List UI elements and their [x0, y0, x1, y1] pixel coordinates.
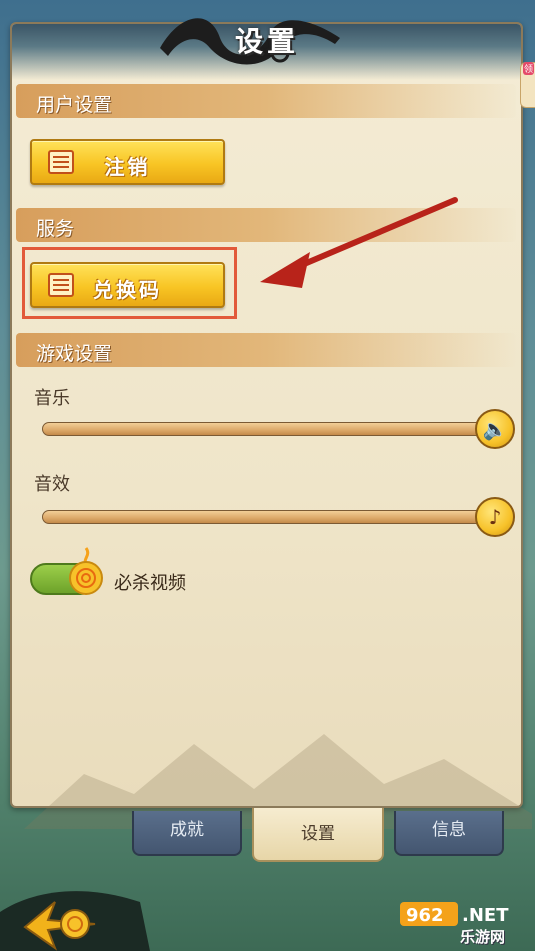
logout-button[interactable]: 注销 [30, 139, 225, 185]
section-label: 用户设置 [36, 94, 113, 116]
sound-effects-label: 音效 [34, 474, 70, 495]
watermark-logo: 962 .NET [400, 902, 509, 926]
svg-text:962: 962 [406, 905, 444, 926]
side-tab-badge: 领 [522, 62, 534, 75]
section-label: 游戏设置 [36, 343, 113, 365]
red-arrow-annotation [260, 197, 458, 288]
logout-button-label: 注销 [104, 155, 151, 179]
flame-swirl-icon[interactable] [66, 546, 106, 596]
section-header-user-settings: 用户设置 [16, 84, 516, 118]
watermark-text: 乐游网 [460, 928, 506, 946]
tab-settings[interactable]: 设置 [252, 808, 384, 862]
section-label: 服务 [36, 218, 75, 240]
finisher-video-label: 必杀视频 [114, 573, 186, 594]
music-note-icon[interactable]: ♪ [475, 497, 515, 537]
redeem-code-button[interactable]: 兑换码 [30, 262, 225, 308]
back-button[interactable] [0, 872, 150, 951]
site-watermark: 962 .NET 乐游网 [398, 898, 533, 948]
tab-info[interactable]: 信息 [394, 811, 504, 856]
redeem-code-button-label: 兑换码 [93, 278, 162, 302]
page-title: 设置 [235, 25, 300, 58]
speaker-icon[interactable]: 🔈 [475, 409, 515, 449]
music-label: 音乐 [34, 388, 70, 409]
section-header-game-settings: 游戏设置 [16, 333, 516, 367]
svg-text:.NET: .NET [462, 905, 509, 926]
tab-achievements[interactable]: 成就 [132, 811, 242, 856]
music-slider[interactable] [42, 422, 492, 436]
sound-effects-slider[interactable] [42, 510, 492, 524]
